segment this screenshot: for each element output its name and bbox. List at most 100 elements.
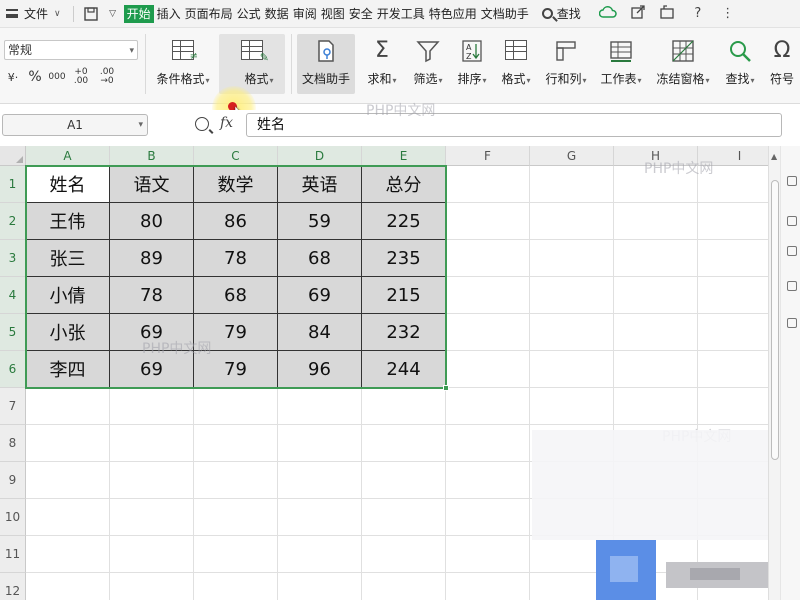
empty-cell[interactable]: [530, 203, 614, 240]
empty-cell[interactable]: [698, 203, 768, 240]
empty-cell[interactable]: [446, 203, 530, 240]
table-header-cell[interactable]: 语文: [110, 166, 194, 203]
empty-cell[interactable]: [110, 425, 194, 462]
tab-insert[interactable]: 插入: [156, 4, 182, 24]
empty-cell[interactable]: [698, 351, 768, 388]
tab-review[interactable]: 审阅: [292, 4, 318, 24]
empty-cell[interactable]: [698, 240, 768, 277]
table-cell[interactable]: 78: [110, 277, 194, 314]
row-header-11[interactable]: 11: [0, 536, 26, 573]
worksheet-button[interactable]: 工作表▾: [596, 34, 646, 94]
empty-cell[interactable]: [698, 536, 768, 573]
side-tool-icon[interactable]: [787, 246, 797, 256]
table-cell[interactable]: 79: [194, 314, 278, 351]
empty-cell[interactable]: [530, 277, 614, 314]
zoom-icon[interactable]: [195, 117, 209, 131]
tab-page-layout[interactable]: 页面布局: [184, 4, 234, 24]
empty-cell[interactable]: [446, 351, 530, 388]
table-cell[interactable]: 69: [110, 351, 194, 388]
empty-cell[interactable]: [446, 388, 530, 425]
column-header-i[interactable]: I: [698, 146, 768, 166]
doc-assistant-button[interactable]: 文档助手: [297, 34, 355, 94]
table-header-cell[interactable]: 数学: [194, 166, 278, 203]
scrollbar-thumb[interactable]: [771, 180, 779, 460]
rows-columns-button[interactable]: 行和列▾: [540, 34, 592, 94]
table-cell[interactable]: 69: [278, 277, 362, 314]
table-cell[interactable]: 80: [110, 203, 194, 240]
empty-cell[interactable]: [194, 425, 278, 462]
tab-data[interactable]: 数据: [264, 4, 290, 24]
empty-cell[interactable]: [278, 499, 362, 536]
filter-button[interactable]: 筛选▾: [408, 34, 448, 94]
save-icon[interactable]: [80, 3, 102, 25]
empty-cell[interactable]: [446, 536, 530, 573]
empty-cell[interactable]: [614, 277, 698, 314]
fill-handle[interactable]: [443, 385, 449, 391]
empty-cell[interactable]: [278, 388, 362, 425]
empty-cell[interactable]: [530, 425, 614, 462]
table-cell[interactable]: 68: [278, 240, 362, 277]
empty-cell[interactable]: [698, 314, 768, 351]
empty-cell[interactable]: [530, 536, 614, 573]
table-cell[interactable]: 小张: [26, 314, 110, 351]
empty-cell[interactable]: [26, 388, 110, 425]
empty-cell[interactable]: [530, 240, 614, 277]
symbol-button[interactable]: Ω 符号: [764, 34, 800, 94]
empty-cell[interactable]: [698, 573, 768, 600]
name-box[interactable]: A1 ▾: [2, 114, 148, 136]
empty-cell[interactable]: [614, 314, 698, 351]
formula-input[interactable]: 姓名: [246, 113, 782, 137]
side-tool-icon[interactable]: [787, 216, 797, 226]
empty-cell[interactable]: [614, 573, 698, 600]
empty-cell[interactable]: [362, 388, 446, 425]
tab-doc-assistant[interactable]: 文档助手: [480, 4, 530, 24]
table-cell[interactable]: 79: [194, 351, 278, 388]
row-header-8[interactable]: 8: [0, 425, 26, 462]
spreadsheet-grid[interactable]: A B C D E F G H I 1 姓名 语文 数学 英语 总分 2 王伟 80 86 59 225 3 张三 89 78 6…: [0, 146, 768, 600]
column-header-g[interactable]: G: [530, 146, 614, 166]
tab-home[interactable]: 开始: [123, 4, 154, 23]
table-cell[interactable]: 232: [362, 314, 446, 351]
empty-cell[interactable]: [614, 203, 698, 240]
empty-cell[interactable]: [362, 462, 446, 499]
table-cell[interactable]: 225: [362, 203, 446, 240]
empty-cell[interactable]: [530, 314, 614, 351]
empty-cell[interactable]: [194, 536, 278, 573]
empty-cell[interactable]: [614, 462, 698, 499]
table-cell[interactable]: 小倩: [26, 277, 110, 314]
table-cell[interactable]: 王伟: [26, 203, 110, 240]
empty-cell[interactable]: [698, 425, 768, 462]
table-cell[interactable]: 张三: [26, 240, 110, 277]
file-menu[interactable]: 文件 ∨: [0, 0, 67, 28]
help-icon[interactable]: ?: [687, 6, 709, 21]
quick-access-dropdown-icon[interactable]: ▽: [102, 3, 124, 25]
table-cell[interactable]: 86: [194, 203, 278, 240]
column-header-c[interactable]: C: [194, 146, 278, 166]
empty-cell[interactable]: [614, 499, 698, 536]
table-cell[interactable]: 69: [110, 314, 194, 351]
empty-cell[interactable]: [530, 351, 614, 388]
format-button[interactable]: 格式▾: [496, 34, 536, 94]
empty-cell[interactable]: [530, 166, 614, 203]
empty-cell[interactable]: [446, 573, 530, 600]
tab-view[interactable]: 视图: [320, 4, 346, 24]
cloud-sync-icon[interactable]: [597, 5, 619, 23]
empty-cell[interactable]: [530, 388, 614, 425]
empty-cell[interactable]: [530, 573, 614, 600]
table-cell[interactable]: 李四: [26, 351, 110, 388]
thousands-separator-button[interactable]: 000: [48, 68, 66, 86]
empty-cell[interactable]: [278, 462, 362, 499]
empty-cell[interactable]: [194, 462, 278, 499]
empty-cell[interactable]: [614, 536, 698, 573]
empty-cell[interactable]: [614, 240, 698, 277]
empty-cell[interactable]: [26, 462, 110, 499]
fx-icon[interactable]: fx: [220, 115, 233, 131]
empty-cell[interactable]: [110, 536, 194, 573]
empty-cell[interactable]: [26, 573, 110, 600]
freeze-panes-button[interactable]: 冻结窗格▾: [652, 34, 714, 94]
sum-button[interactable]: Σ 求和▾: [362, 34, 402, 94]
column-header-b[interactable]: B: [110, 146, 194, 166]
empty-cell[interactable]: [614, 425, 698, 462]
row-header-3[interactable]: 3: [0, 240, 26, 277]
empty-cell[interactable]: [362, 536, 446, 573]
